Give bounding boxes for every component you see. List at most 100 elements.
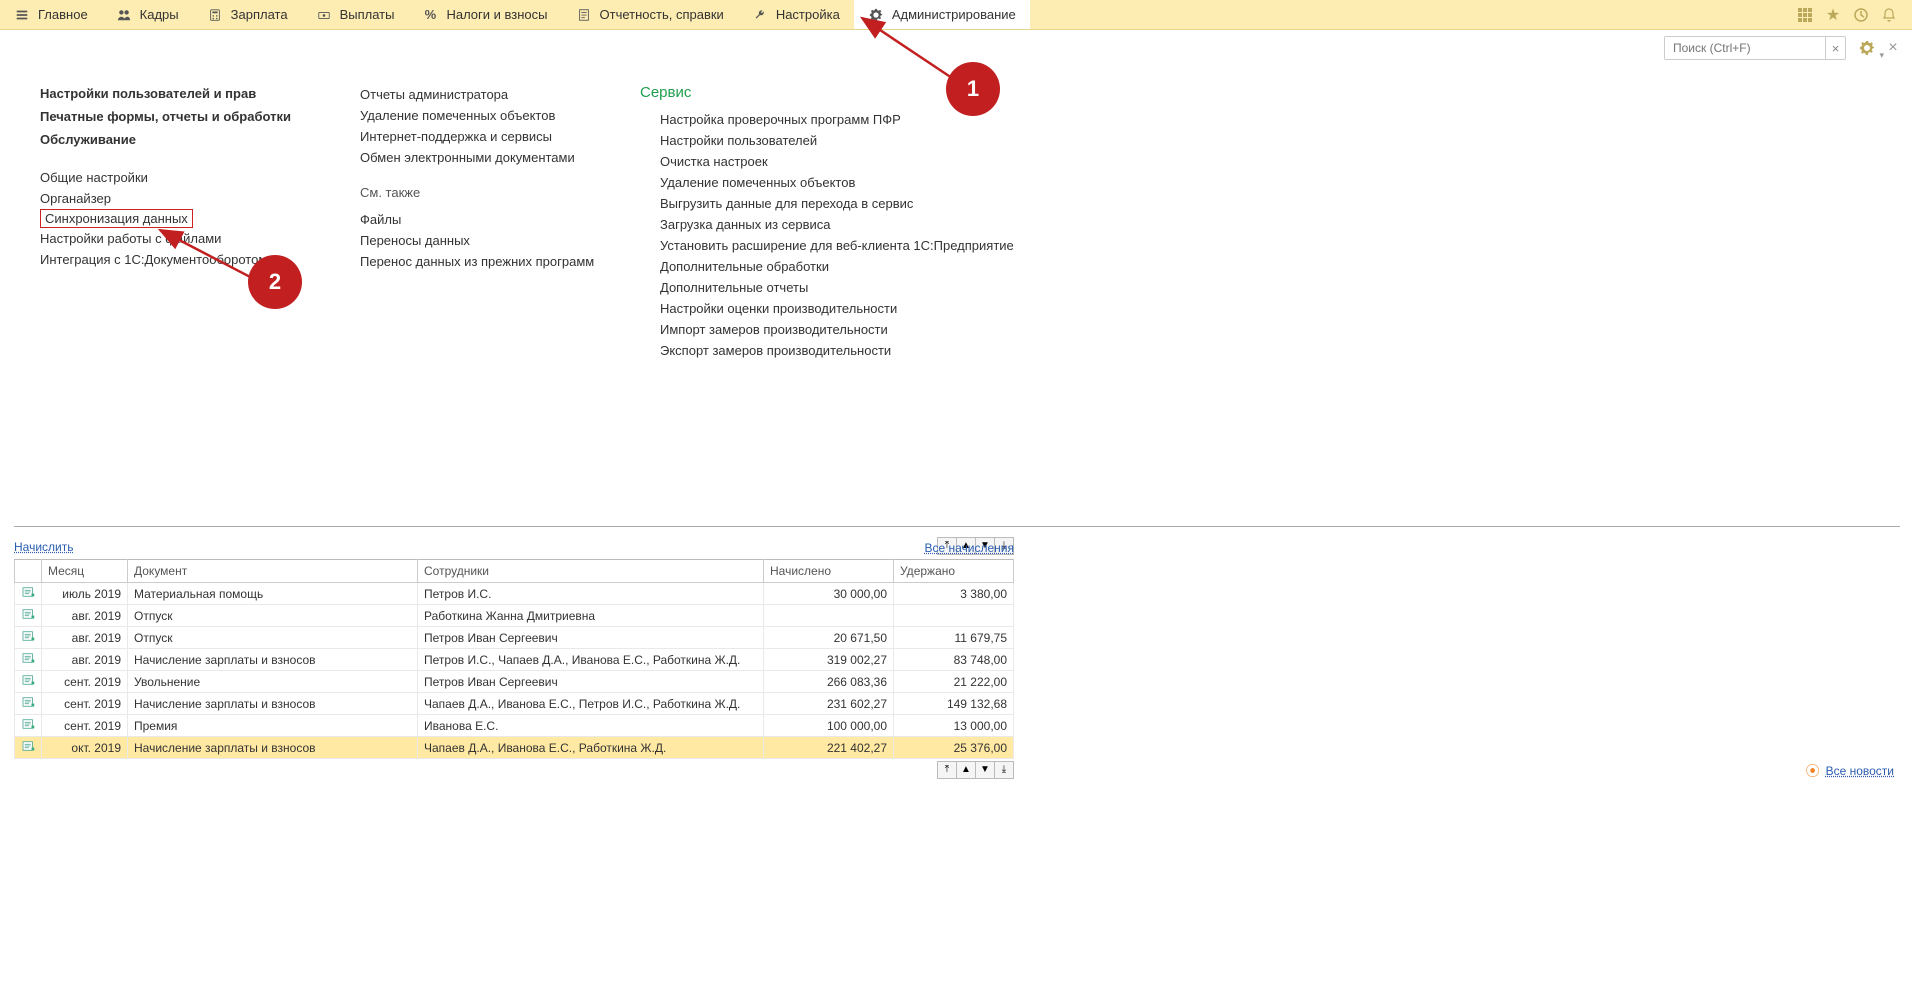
main-menu: Главное Кадры Зарплата Выплаты % Налоги …	[0, 0, 1912, 30]
table-row[interactable]: сент. 2019ПремияИванова Е.С.100 000,0013…	[15, 715, 1014, 737]
news-link-row: ⦿ Все новости	[1054, 757, 1900, 781]
menu-item-taxes[interactable]: % Налоги и взносы	[408, 0, 561, 29]
table-row[interactable]: сент. 2019Начисление зарплаты и взносовЧ…	[15, 693, 1014, 715]
service-link-6[interactable]: Установить расширение для веб-клиента 1С…	[640, 235, 1014, 256]
group-maintenance[interactable]: Обслуживание	[40, 130, 300, 149]
menu-label: Отчетность, справки	[600, 7, 724, 22]
apps-icon[interactable]	[1796, 6, 1814, 24]
nav-down-bottom[interactable]: ▼	[975, 761, 995, 779]
table-row[interactable]: сент. 2019УвольнениеПетров Иван Сергееви…	[15, 671, 1014, 693]
nav-buttons-bottom: ⤒ ▲ ▼ ⤓	[14, 761, 1014, 779]
table-row[interactable]: окт. 2019Начисление зарплаты и взносовЧа…	[15, 737, 1014, 759]
cell-accrued: 30 000,00	[764, 583, 894, 605]
search-input[interactable]	[1665, 37, 1825, 59]
table-row[interactable]: авг. 2019ОтпускПетров Иван Сергеевич20 6…	[15, 627, 1014, 649]
cell-doc: Увольнение	[128, 671, 418, 693]
service-link-0[interactable]: Настройка проверочных программ ПФР	[640, 109, 1014, 130]
cell-doc: Отпуск	[128, 627, 418, 649]
table-row[interactable]: авг. 2019ОтпускРаботкина Жанна Дмитриевн…	[15, 605, 1014, 627]
link-accrue[interactable]: Начислить	[14, 540, 73, 554]
link-files[interactable]: Файлы	[360, 209, 580, 230]
menu-item-reports[interactable]: Отчетность, справки	[562, 0, 738, 29]
cell-month: сент. 2019	[42, 693, 128, 715]
money-icon	[316, 7, 332, 23]
cell-month: авг. 2019	[42, 649, 128, 671]
service-link-11[interactable]: Экспорт замеров производительности	[640, 340, 1014, 361]
cell-month: июль 2019	[42, 583, 128, 605]
menu-item-settings[interactable]: Настройка	[738, 0, 854, 29]
cell-withheld: 11 679,75	[894, 627, 1014, 649]
row-icon	[15, 649, 42, 671]
view-settings-button[interactable]	[1856, 37, 1878, 59]
menu-item-main[interactable]: Главное	[0, 0, 102, 29]
admin-panel: Настройки пользователей и прав Печатные …	[0, 66, 1912, 496]
nav-first-bottom[interactable]: ⤒	[937, 761, 957, 779]
service-heading: Сервис	[640, 84, 1014, 101]
group-print-forms[interactable]: Печатные формы, отчеты и обработки	[40, 107, 300, 126]
menu-item-hr[interactable]: Кадры	[102, 0, 193, 29]
col-doc[interactable]: Документ	[128, 560, 418, 583]
menu-icon	[14, 7, 30, 23]
link-all-accruals[interactable]: Все начисления	[924, 541, 1014, 555]
service-link-10[interactable]: Импорт замеров производительности	[640, 319, 1014, 340]
search-box: ×	[1664, 36, 1846, 60]
col-withheld[interactable]: Удержано	[894, 560, 1014, 583]
group-users-rights[interactable]: Настройки пользователей и прав	[40, 84, 300, 103]
close-panel-button[interactable]: ×	[1884, 39, 1902, 57]
menu-item-salary[interactable]: Зарплата	[193, 0, 302, 29]
star-icon[interactable]: ★	[1824, 6, 1842, 24]
cell-withheld: 149 132,68	[894, 693, 1014, 715]
link-data-transfers[interactable]: Переносы данных	[360, 230, 580, 251]
link-data-sync[interactable]: Синхронизация данных	[40, 209, 193, 228]
link-1c-doc-integration[interactable]: Интеграция с 1С:Документооборотом	[40, 249, 300, 270]
row-icon	[15, 627, 42, 649]
cell-employees: Иванова Е.С.	[418, 715, 764, 737]
cell-employees: Чапаев Д.А., Иванова Е.С., Работкина Ж.Д…	[418, 737, 764, 759]
cell-doc: Премия	[128, 715, 418, 737]
row-icon	[15, 737, 42, 759]
gear-icon	[868, 7, 884, 23]
cell-doc: Начисление зарплаты и взносов	[128, 693, 418, 715]
lower-pane: Начислить ⤒ ▲ ▼ ⤓ Все начисления Месяц Д…	[0, 527, 1912, 789]
service-link-4[interactable]: Выгрузить данные для перехода в сервис	[640, 193, 1014, 214]
cell-month: сент. 2019	[42, 671, 128, 693]
table-row[interactable]: июль 2019Материальная помощьПетров И.С.3…	[15, 583, 1014, 605]
service-link-8[interactable]: Дополнительные отчеты	[640, 277, 1014, 298]
history-icon[interactable]	[1852, 6, 1870, 24]
bell-icon[interactable]	[1880, 6, 1898, 24]
link-all-news[interactable]: Все новости	[1826, 764, 1894, 778]
cell-employees: Петров Иван Сергеевич	[418, 671, 764, 693]
link-general-settings[interactable]: Общие настройки	[40, 167, 300, 188]
link-organizer[interactable]: Органайзер	[40, 188, 300, 209]
link-file-settings[interactable]: Настройки работы с файлами	[40, 228, 300, 249]
link-delete-marked[interactable]: Удаление помеченных объектов	[360, 105, 580, 126]
menu-item-admin[interactable]: Администрирование	[854, 0, 1030, 29]
col-employees[interactable]: Сотрудники	[418, 560, 764, 583]
link-admin-reports[interactable]: Отчеты администратора	[360, 84, 580, 105]
wrench-icon	[752, 7, 768, 23]
cell-withheld: 13 000,00	[894, 715, 1014, 737]
link-legacy-transfer[interactable]: Перенос данных из прежних программ	[360, 251, 580, 272]
cell-accrued: 221 402,27	[764, 737, 894, 759]
service-link-2[interactable]: Очистка настроек	[640, 151, 1014, 172]
search-clear-button[interactable]: ×	[1825, 37, 1845, 59]
service-link-9[interactable]: Настройки оценки производительности	[640, 298, 1014, 319]
service-link-7[interactable]: Дополнительные обработки	[640, 256, 1014, 277]
cell-accrued: 266 083,36	[764, 671, 894, 693]
menu-item-payments[interactable]: Выплаты	[302, 0, 409, 29]
link-internet-support[interactable]: Интернет-поддержка и сервисы	[360, 126, 580, 147]
nav-up-bottom[interactable]: ▲	[956, 761, 976, 779]
table-row[interactable]: авг. 2019Начисление зарплаты и взносовПе…	[15, 649, 1014, 671]
nav-last-bottom[interactable]: ⤓	[994, 761, 1014, 779]
menu-label: Главное	[38, 7, 88, 22]
row-icon	[15, 715, 42, 737]
service-link-5[interactable]: Загрузка данных из сервиса	[640, 214, 1014, 235]
cell-withheld	[894, 605, 1014, 627]
col-month[interactable]: Месяц	[42, 560, 128, 583]
col-accrued[interactable]: Начислено	[764, 560, 894, 583]
service-link-1[interactable]: Настройки пользователей	[640, 130, 1014, 151]
service-link-3[interactable]: Удаление помеченных объектов	[640, 172, 1014, 193]
report-icon	[576, 7, 592, 23]
cell-accrued: 100 000,00	[764, 715, 894, 737]
link-edoc-exchange[interactable]: Обмен электронными документами	[360, 147, 580, 168]
